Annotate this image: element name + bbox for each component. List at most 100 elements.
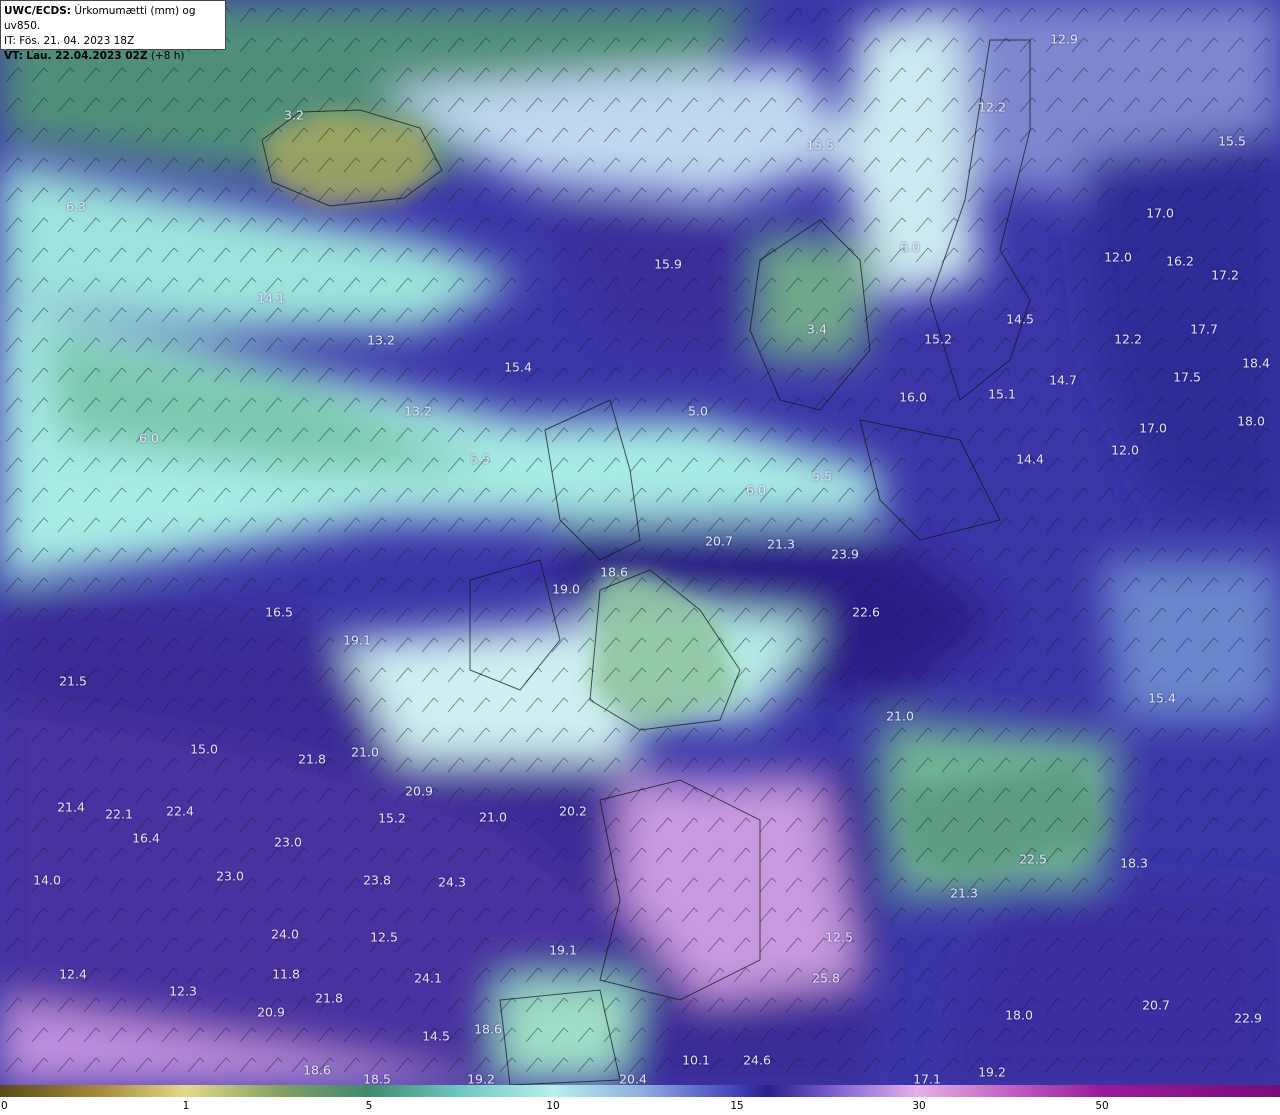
map-value: 21.5 (59, 673, 87, 689)
map-value: 21.3 (767, 536, 795, 552)
map-value: 21.0 (351, 744, 379, 760)
map-value: 12.5 (825, 929, 853, 945)
map-value: 15.9 (654, 256, 682, 272)
map-value: 23.0 (216, 868, 244, 884)
map-value: 14.0 (33, 872, 61, 888)
colorbar-gradient (0, 1085, 1280, 1097)
map-value: 23.0 (274, 834, 302, 850)
map-value: 3.2 (284, 107, 304, 123)
map-background (0, 0, 1280, 1085)
map-value: 19.1 (343, 632, 371, 648)
map-value: 12.3 (169, 983, 197, 999)
map-value: 17.7 (1190, 321, 1218, 337)
map-value: 6.0 (139, 430, 159, 446)
map-value: 18.3 (1120, 855, 1148, 871)
map-value: 21.0 (886, 708, 914, 724)
colorbar-tick: 50 (1095, 1100, 1109, 1112)
map-value: 22.4 (166, 803, 194, 819)
map-value: 3.4 (807, 321, 827, 337)
map-value: 20.9 (405, 783, 433, 799)
precipitable-water-map[interactable]: 3.2 12.9 15.5 15.5 12.2 6.3 17.0 6.0 12.… (0, 0, 1280, 1085)
model-name: UWC/ECDS: (4, 5, 72, 17)
colorbar-tick: 30 (912, 1100, 926, 1112)
map-value: 15.0 (190, 741, 218, 757)
map-value: 18.4 (1242, 355, 1270, 371)
map-value: 17.1 (913, 1071, 941, 1086)
map-value: 14.1 (257, 290, 285, 306)
map-value: 14.4 (1016, 451, 1044, 467)
map-value: 18.6 (474, 1021, 502, 1037)
map-value: 22.6 (852, 604, 880, 620)
map-value: 5.5 (812, 468, 832, 484)
map-value: 18.6 (600, 564, 628, 580)
colorbar-tick: 0 (1, 1100, 8, 1112)
valid-time: Lau. 22.04.2023 02Z (26, 50, 148, 62)
map-value: 14.5 (1006, 311, 1034, 327)
map-value: 15.2 (378, 810, 406, 826)
map-value: 15.5 (806, 137, 834, 153)
map-value: 20.2 (559, 803, 587, 819)
map-value: 19.2 (978, 1064, 1006, 1080)
map-value: 17.0 (1146, 205, 1174, 221)
map-value: 6.0 (746, 482, 766, 498)
map-value: 21.3 (950, 885, 978, 901)
map-value: 12.0 (1104, 249, 1132, 265)
map-value: 25.8 (812, 970, 840, 986)
map-value: 24.3 (438, 874, 466, 890)
map-value: 10.1 (682, 1052, 710, 1068)
map-value: 17.0 (1139, 420, 1167, 436)
map-value: 18.0 (1005, 1007, 1033, 1023)
map-value: 6.3 (66, 198, 86, 214)
map-value: 21.4 (57, 799, 85, 815)
colorbar-tick: 10 (546, 1100, 560, 1112)
map-value: 16.0 (899, 389, 927, 405)
map-value: 15.5 (1218, 133, 1246, 149)
map-value: 19.1 (549, 942, 577, 958)
map-value: 22.9 (1234, 1010, 1262, 1026)
map-value: 20.9 (257, 1004, 285, 1020)
map-value: 12.0 (1111, 442, 1139, 458)
map-value: 16.4 (132, 830, 160, 846)
map-value: 18.0 (1237, 413, 1265, 429)
map-value: 18.5 (363, 1071, 391, 1086)
map-value: 15.2 (924, 331, 952, 347)
map-value: 21.0 (479, 809, 507, 825)
map-value: 12.9 (1050, 31, 1078, 47)
map-header: UWC/ECDS: Úrkomumætti (mm) og uv850. IT:… (0, 0, 226, 62)
map-value: 14.7 (1049, 372, 1077, 388)
map-value: 15.4 (504, 359, 532, 375)
map-value: 17.5 (1173, 369, 1201, 385)
colorbar-tick: 1 (182, 1100, 190, 1112)
map-value: 23.8 (363, 872, 391, 888)
map-value: 16.5 (265, 604, 293, 620)
colorbar: 0 1 5 10 15 30 50 (0, 1085, 1280, 1115)
map-value: 22.5 (1019, 851, 1047, 867)
map-value: 23.9 (831, 546, 859, 562)
map-value: 15.1 (988, 386, 1016, 402)
map-value: 14.5 (422, 1028, 450, 1044)
map-value: 17.2 (1211, 267, 1239, 283)
map-value: 16.2 (1166, 253, 1194, 269)
map-value: 21.8 (315, 990, 343, 1006)
map-value: 13.2 (404, 403, 432, 419)
title-line: UWC/ECDS: Úrkomumætti (mm) og uv850. (4, 4, 222, 34)
map-value: 12.4 (59, 966, 87, 982)
lead-time: (+8 h) (150, 50, 185, 62)
colorbar-tick: 15 (730, 1100, 744, 1112)
init-time: IT: Fös. 21. 04. 2023 18Z (4, 35, 135, 47)
valid-line: VT: Lau. 22.04.2023 02Z (+8 h) (4, 49, 222, 64)
map-value: 11.8 (272, 966, 300, 982)
map-value: 6.0 (900, 239, 920, 255)
map-value: 20.7 (705, 533, 733, 549)
map-value: 12.5 (370, 929, 398, 945)
map-value: 20.4 (619, 1071, 647, 1086)
map-value: 12.2 (978, 99, 1006, 115)
map-value: 24.6 (743, 1052, 771, 1068)
map-value: 13.2 (367, 332, 395, 348)
colorbar-tick: 5 (365, 1100, 373, 1112)
map-value: 5.0 (688, 403, 708, 419)
map-value: 24.1 (414, 970, 442, 986)
map-value: 19.0 (552, 581, 580, 597)
map-value: 24.0 (271, 926, 299, 942)
map-value: 21.8 (298, 751, 326, 767)
